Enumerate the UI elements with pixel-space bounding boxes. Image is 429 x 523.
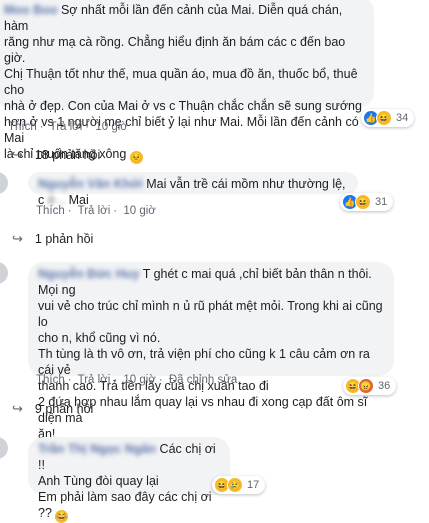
comment-text-line: nhà ở đẹp. Con của Mai ở vs c Thuận chắc… [4, 99, 362, 113]
grinning-emoji-icon: 😂 [55, 510, 69, 523]
comment-text-line: vui vẻ cho trúc chỉ mình n ủ rũ phát mệt… [38, 299, 383, 329]
comment-author[interactable]: Trần Thị Ngọc Ngân [38, 442, 156, 456]
reply-link[interactable]: Trả lời [78, 205, 111, 217]
avatar[interactable] [0, 437, 8, 459]
comment-actions: Thích · Trả lời · 10 giờ [36, 205, 156, 217]
view-replies-link[interactable]: ↪ 18 phản hồi [12, 147, 100, 163]
edited-link[interactable]: Đã chỉnh sửa [169, 374, 237, 386]
timestamp[interactable]: 10 giờ [123, 205, 155, 217]
comment-text-line: răng như mạ cà rồng. Chẳng hiểu định ăn … [4, 35, 346, 65]
like-link[interactable]: Thích [36, 205, 65, 217]
reply-arrow-icon: ↪ [12, 147, 23, 162]
sad-icon: 😢 [227, 477, 243, 493]
like-link[interactable]: Thích [8, 121, 37, 133]
reaction-count: 36 [378, 380, 391, 392]
comment-author[interactable]: Nguyễn Đức Huy [38, 267, 139, 281]
comment-author[interactable]: Moo Boo [4, 3, 57, 17]
comment-author[interactable]: Nguyễn Văn Khởi [38, 177, 143, 191]
replies-count: 9 phản hồi [34, 402, 94, 416]
haha-icon: 😆 [376, 110, 392, 126]
reaction-count: 31 [375, 196, 388, 208]
avatar[interactable] [0, 262, 8, 284]
reply-link[interactable]: Trả lời [78, 374, 111, 386]
replies-count: 1 phản hồi [34, 232, 94, 246]
comment-text-line: Th tùng là th vô ơn, trả viện phí cho cũ… [38, 347, 370, 377]
haha-icon: 😆 [355, 194, 371, 210]
reaction-count: 17 [247, 479, 260, 491]
avatar[interactable] [0, 172, 8, 194]
comment-actions: Thích · Trả lời · 10 giờ · Đã chỉnh sửa [36, 374, 238, 386]
reactions-summary[interactable]: 😆 😠 36 [343, 377, 397, 395]
comment-text-line: cho n, khổ cũng vì nó. [38, 331, 161, 345]
timestamp[interactable]: 10 giờ [123, 374, 155, 386]
view-replies-link[interactable]: ↪ 9 phản hồi [12, 401, 93, 417]
reactions-summary[interactable]: 👍 😆 31 [340, 193, 394, 211]
comment-bubble: Trần Thị Ngọc Ngân Các chị ơi !! Anh Tùn… [28, 437, 230, 523]
reply-arrow-icon: ↪ [12, 401, 23, 416]
reactions-summary[interactable]: 👍 😆 34 [361, 109, 415, 127]
view-replies-link[interactable]: ↪ 1 phản hồi [12, 231, 93, 247]
reactions-summary[interactable]: 😆 😢 17 [212, 476, 266, 494]
comment-text-line: Chị Thuận tốt như thế, mua quần áo, mua … [4, 67, 358, 97]
comment-bubble: Nguyễn Văn Khởi Mai vẫn trề cái mồm như … [28, 172, 358, 207]
angry-icon: 😠 [358, 378, 374, 394]
reply-arrow-icon: ↪ [12, 231, 23, 246]
timestamp[interactable]: 10 giờ [95, 121, 127, 133]
reaction-count: 34 [396, 112, 409, 124]
comment-bubble: Moo Boo Sợ nhất mỗi lần đến cảnh của Mai… [0, 0, 374, 164]
comment-text-line: Anh Tùng đòi quay lại [38, 474, 159, 488]
confounded-emoji-icon: 😣 [129, 151, 143, 164]
comment-bubble: Nguyễn Đức Huy T ghét c mai quá ,chỉ biế… [28, 262, 394, 441]
comment-actions: Thích · Trả lời · 10 giờ [8, 121, 128, 133]
like-link[interactable]: Thích [36, 374, 65, 386]
reply-link[interactable]: Trả lời [50, 121, 83, 133]
replies-count: 18 phản hồi [34, 148, 101, 162]
